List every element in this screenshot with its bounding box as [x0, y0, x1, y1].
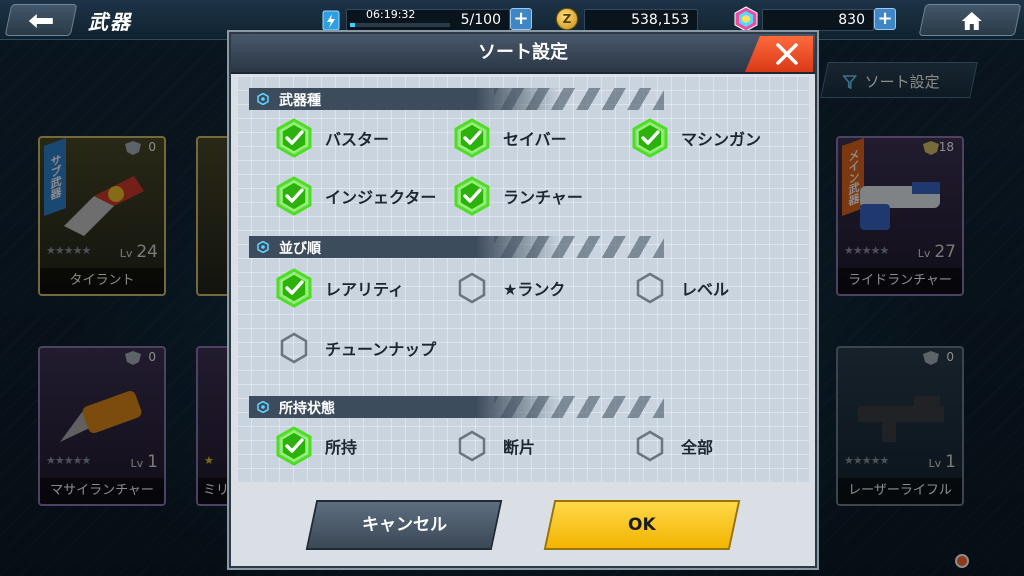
option-tuneup[interactable]: チューンナップ: [275, 328, 436, 368]
option-label: レベル: [681, 280, 730, 299]
unchecked-hexagon-icon: [636, 430, 664, 462]
checked-hexagon-icon: [276, 426, 312, 466]
option-buster[interactable]: バスター: [275, 118, 389, 158]
option-injector[interactable]: インジェクター: [275, 176, 436, 216]
energy-value: 5/100: [460, 12, 501, 28]
checked-hexagon-icon: [632, 118, 668, 158]
sort-settings-dialog: ソート設定 武器種 バスター セイバー マシンガン インジェクター ランチャー: [229, 32, 817, 568]
option-saber[interactable]: セイバー: [453, 118, 567, 158]
energy-bar-fill: [350, 23, 355, 27]
cancel-button[interactable]: キャンセル: [305, 500, 503, 550]
checked-hexagon-icon: [276, 118, 312, 158]
option-label: 所持: [325, 438, 358, 457]
screen-title: 武器: [88, 10, 132, 34]
energy-icon: [322, 10, 340, 31]
option-label: インジェクター: [325, 188, 437, 207]
section-ownership: 所持状態: [249, 396, 789, 418]
section-weapon-type: 武器種: [249, 88, 789, 110]
option-label: バスター: [325, 130, 390, 149]
energy-timer: 06:19:32: [366, 8, 416, 21]
home-button[interactable]: [918, 4, 1022, 36]
home-icon: [961, 12, 982, 30]
section-sort-order: 並び順: [249, 236, 789, 258]
section-label: 並び順: [279, 241, 321, 257]
cancel-label: キャンセル: [361, 515, 447, 535]
option-fragments[interactable]: 断片: [453, 426, 535, 466]
section-label: 所持状態: [279, 401, 335, 417]
option-label: ★ランク: [503, 280, 566, 299]
dialog-title: ソート設定: [478, 42, 568, 63]
option-level[interactable]: レベル: [631, 268, 729, 308]
back-button[interactable]: [4, 4, 78, 36]
option-all[interactable]: 全部: [631, 426, 713, 466]
unchecked-hexagon-icon: [458, 272, 486, 304]
dialog-header: ソート設定: [231, 34, 815, 74]
unchecked-hexagon-icon: [280, 332, 308, 364]
ok-label: OK: [628, 515, 656, 535]
option-label: 全部: [681, 438, 714, 457]
option-machinegun[interactable]: マシンガン: [631, 118, 761, 158]
option-label: ランチャー: [503, 188, 583, 207]
back-arrow-icon: [28, 14, 53, 28]
hexagon-bullet-icon: [257, 241, 269, 253]
hexagon-bullet-icon: [257, 93, 269, 105]
gem-box: 830: [762, 9, 874, 31]
checked-hexagon-icon: [454, 118, 490, 158]
option-rarity[interactable]: レアリティ: [275, 268, 404, 308]
hexagon-bullet-icon: [257, 401, 269, 413]
option-owned[interactable]: 所持: [275, 426, 357, 466]
gem-value: 830: [838, 12, 865, 28]
add-gems-button[interactable]: +: [874, 8, 896, 30]
option-label: レアリティ: [325, 280, 405, 299]
add-energy-button[interactable]: +: [510, 8, 532, 30]
option-label: 断片: [503, 438, 536, 457]
section-label: 武器種: [279, 93, 321, 109]
option-launcher[interactable]: ランチャー: [453, 176, 583, 216]
energy-bar: [350, 23, 450, 27]
ok-button[interactable]: OK: [543, 500, 741, 550]
checked-hexagon-icon: [454, 176, 490, 216]
coin-value: 538,153: [631, 12, 689, 28]
checked-hexagon-icon: [276, 176, 312, 216]
option-label: マシンガン: [681, 130, 762, 149]
close-icon: [776, 43, 798, 65]
unchecked-hexagon-icon: [636, 272, 664, 304]
gem-icon: [734, 6, 758, 32]
coin-box: 538,153: [584, 9, 698, 31]
zenny-coin-icon: Z: [556, 8, 578, 30]
unchecked-hexagon-icon: [458, 430, 486, 462]
option-star-rank[interactable]: ★ランク: [453, 268, 565, 308]
option-label: セイバー: [503, 130, 567, 149]
checked-hexagon-icon: [276, 268, 312, 308]
option-label: チューンナップ: [325, 340, 437, 359]
